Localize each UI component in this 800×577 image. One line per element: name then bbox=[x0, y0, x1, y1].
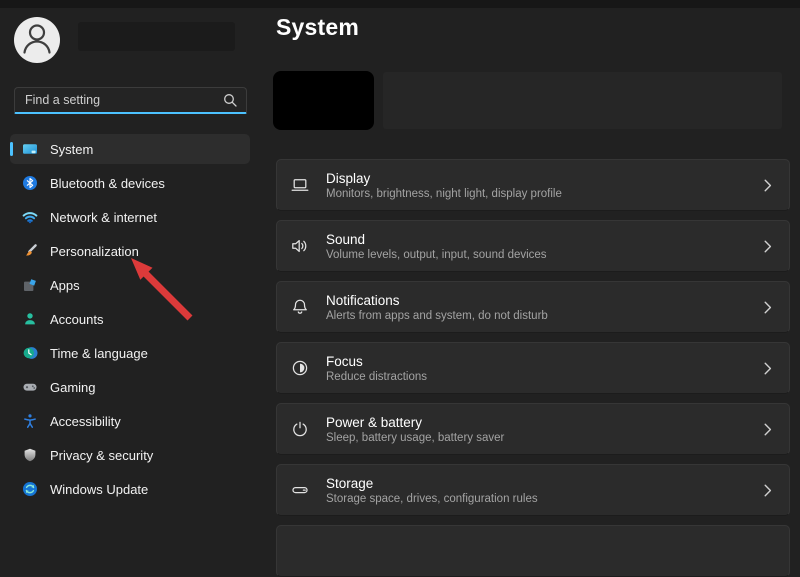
sidebar-item-label: Gaming bbox=[50, 380, 96, 395]
accessibility-icon bbox=[22, 413, 38, 429]
card-subtitle: Storage space, drives, configuration rul… bbox=[326, 492, 764, 506]
sound-icon bbox=[290, 236, 310, 256]
card-subtitle: Volume levels, output, input, sound devi… bbox=[326, 248, 764, 262]
card-title: Focus bbox=[326, 353, 764, 370]
page-title: System bbox=[276, 14, 359, 41]
sidebar-item-personalization[interactable]: Personalization bbox=[10, 236, 250, 266]
search-input[interactable] bbox=[15, 93, 223, 107]
chevron-right-icon bbox=[764, 362, 772, 375]
chevron-right-icon bbox=[764, 240, 772, 253]
user-avatar[interactable] bbox=[14, 17, 60, 63]
settings-card-list: Display Monitors, brightness, night ligh… bbox=[276, 159, 790, 577]
sidebar-item-privacy-security[interactable]: Privacy & security bbox=[10, 440, 250, 470]
display-icon bbox=[290, 175, 310, 195]
system-icon bbox=[22, 141, 38, 157]
sidebar-item-label: System bbox=[50, 142, 93, 157]
card-display[interactable]: Display Monitors, brightness, night ligh… bbox=[276, 159, 790, 211]
selected-accent-bar bbox=[10, 142, 13, 156]
sidebar-nav: System Bluetooth & devices Network & bbox=[10, 134, 250, 508]
sidebar-item-label: Bluetooth & devices bbox=[50, 176, 165, 191]
card-title: Notifications bbox=[326, 292, 764, 309]
sidebar-item-label: Accounts bbox=[50, 312, 103, 327]
sidebar-item-windows-update[interactable]: Windows Update bbox=[10, 474, 250, 504]
card-subtitle: Reduce distractions bbox=[326, 370, 764, 384]
search-box[interactable] bbox=[14, 87, 247, 114]
sidebar-item-gaming[interactable]: Gaming bbox=[10, 372, 250, 402]
card-title: Power & battery bbox=[326, 414, 764, 431]
device-name-redacted bbox=[273, 71, 374, 130]
time-language-icon bbox=[22, 345, 38, 361]
personalization-icon bbox=[22, 243, 38, 259]
chevron-right-icon bbox=[764, 423, 772, 436]
power-battery-icon bbox=[290, 419, 310, 439]
sidebar-item-label: Windows Update bbox=[50, 482, 148, 497]
privacy-security-icon bbox=[22, 447, 38, 463]
sidebar-item-label: Personalization bbox=[50, 244, 139, 259]
sidebar-item-label: Time & language bbox=[50, 346, 148, 361]
card-title: Storage bbox=[326, 475, 764, 492]
card-subtitle: Alerts from apps and system, do not dist… bbox=[326, 309, 764, 323]
card-power-battery[interactable]: Power & battery Sleep, battery usage, ba… bbox=[276, 403, 790, 455]
sidebar-item-apps[interactable]: Apps bbox=[10, 270, 250, 300]
card-focus[interactable]: Focus Reduce distractions bbox=[276, 342, 790, 394]
windows-update-icon bbox=[22, 481, 38, 497]
sidebar-item-network-internet[interactable]: Network & internet bbox=[10, 202, 250, 232]
bluetooth-icon bbox=[22, 175, 38, 191]
network-icon bbox=[22, 209, 38, 225]
sidebar-item-label: Accessibility bbox=[50, 414, 121, 429]
search-icon[interactable] bbox=[223, 93, 237, 107]
chevron-right-icon bbox=[764, 301, 772, 314]
storage-icon bbox=[290, 480, 310, 500]
card-title: Display bbox=[326, 170, 764, 187]
chevron-right-icon bbox=[764, 484, 772, 497]
settings-sidebar: System Bluetooth & devices Network & bbox=[0, 0, 264, 529]
gaming-icon bbox=[22, 379, 38, 395]
card-storage[interactable]: Storage Storage space, drives, configura… bbox=[276, 464, 790, 516]
card-partial[interactable] bbox=[276, 525, 790, 577]
sidebar-item-bluetooth-devices[interactable]: Bluetooth & devices bbox=[10, 168, 250, 198]
person-icon bbox=[14, 15, 60, 66]
notifications-icon bbox=[290, 297, 310, 317]
sidebar-item-time-language[interactable]: Time & language bbox=[10, 338, 250, 368]
sidebar-item-accounts[interactable]: Accounts bbox=[10, 304, 250, 334]
chevron-right-icon bbox=[764, 179, 772, 192]
focus-icon bbox=[290, 358, 310, 378]
card-title: Sound bbox=[326, 231, 764, 248]
card-subtitle: Sleep, battery usage, battery saver bbox=[326, 431, 764, 445]
sidebar-item-system[interactable]: System bbox=[10, 134, 250, 164]
sidebar-item-accessibility[interactable]: Accessibility bbox=[10, 406, 250, 436]
card-notifications[interactable]: Notifications Alerts from apps and syste… bbox=[276, 281, 790, 333]
sidebar-item-label: Privacy & security bbox=[50, 448, 153, 463]
device-info-panel bbox=[383, 72, 782, 129]
card-sound[interactable]: Sound Volume levels, output, input, soun… bbox=[276, 220, 790, 272]
username-redacted bbox=[78, 22, 235, 51]
apps-icon bbox=[22, 277, 38, 293]
card-subtitle: Monitors, brightness, night light, displ… bbox=[326, 187, 764, 201]
sidebar-item-label: Network & internet bbox=[50, 210, 157, 225]
sidebar-item-label: Apps bbox=[50, 278, 80, 293]
accounts-icon bbox=[22, 311, 38, 327]
